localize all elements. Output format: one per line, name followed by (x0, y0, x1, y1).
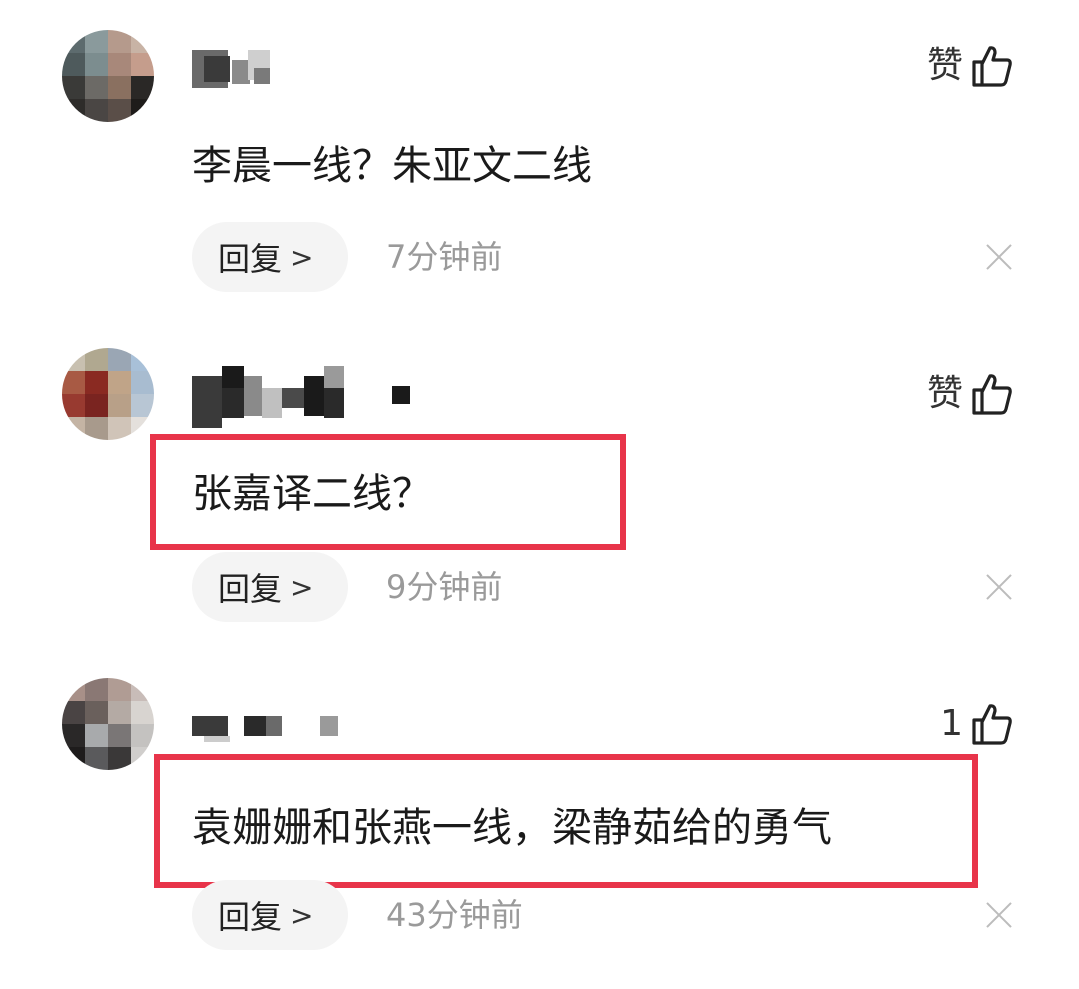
close-icon[interactable] (985, 573, 1013, 601)
close-icon[interactable] (985, 243, 1013, 271)
comment-text: 张嘉译二线？ (192, 471, 432, 517)
thumbs-up-icon (971, 44, 1013, 88)
reply-button[interactable]: 回复 > (192, 222, 348, 292)
thumbs-up-icon (971, 702, 1013, 746)
chevron-right-icon: > (290, 240, 314, 274)
timestamp: 9分钟前 (386, 568, 503, 606)
comment-text: 李晨一线？朱亚文二线 (192, 143, 592, 189)
comment-item: 1 袁姗姗和张燕一线，梁静茹给的勇气 回复 > 43分钟前 (0, 650, 1079, 989)
reply-label: 回复 (218, 570, 283, 608)
reply-button[interactable]: 回复 > (192, 880, 348, 950)
comment-text: 袁姗姗和张燕一线，梁静茹给的勇气 (192, 805, 832, 851)
like-button[interactable]: 赞 (927, 42, 1013, 90)
reply-button[interactable]: 回复 > (192, 552, 348, 622)
like-label: 赞 (926, 373, 963, 414)
chevron-right-icon: > (290, 898, 314, 932)
like-label: 赞 (926, 45, 963, 86)
avatar[interactable] (62, 30, 154, 122)
like-button[interactable]: 赞 (927, 370, 1013, 418)
like-count: 1 (940, 703, 963, 744)
username-blurred[interactable] (192, 366, 452, 428)
avatar[interactable] (62, 678, 154, 770)
comment-item: 赞 张嘉译二线？ 回复 > 9分钟前 (0, 320, 1079, 650)
comment-item: 赞 李晨一线？朱亚文二线 回复 > 7分钟前 (0, 0, 1079, 320)
avatar[interactable] (62, 348, 154, 440)
close-icon[interactable] (985, 901, 1013, 929)
reply-label: 回复 (218, 240, 283, 278)
username-blurred[interactable] (192, 50, 452, 90)
thumbs-up-icon (971, 372, 1013, 416)
timestamp: 7分钟前 (386, 238, 503, 276)
reply-label: 回复 (218, 898, 283, 936)
timestamp: 43分钟前 (386, 896, 523, 934)
chevron-right-icon: > (290, 570, 314, 604)
username-blurred[interactable] (192, 712, 452, 752)
like-button[interactable]: 1 (940, 700, 1013, 748)
